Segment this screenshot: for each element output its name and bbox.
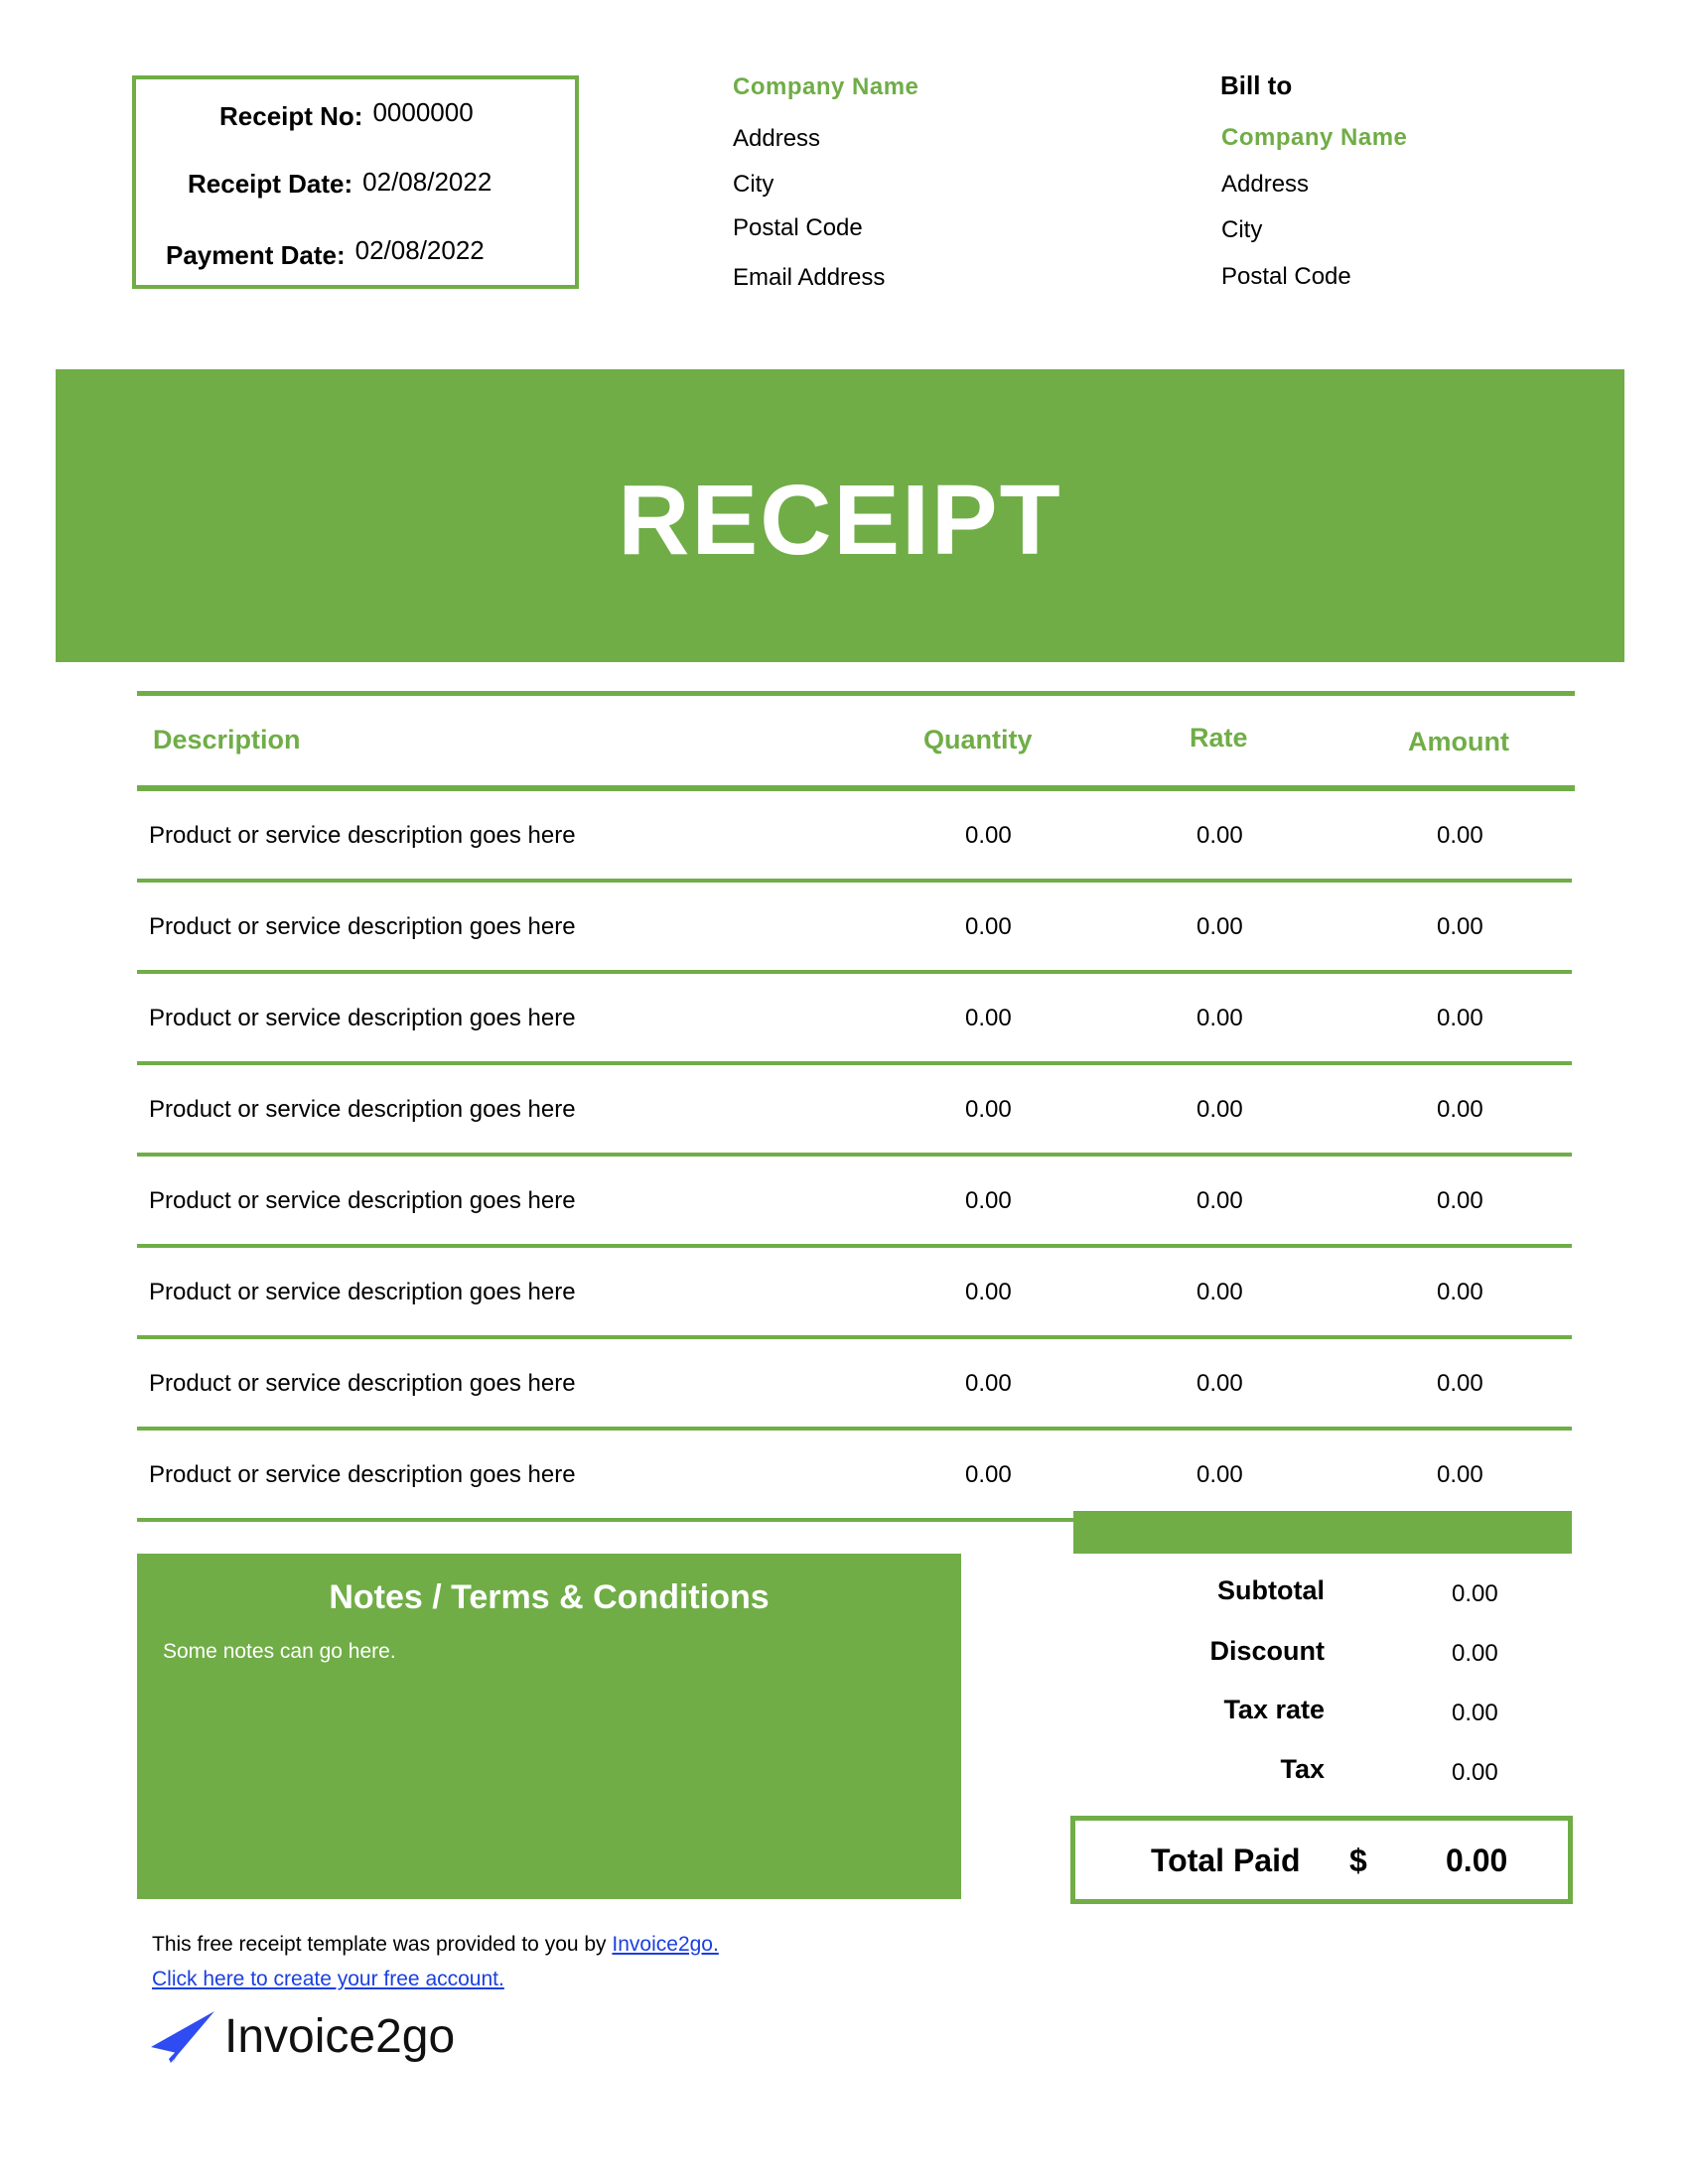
footer-credit-text: This free receipt template was provided … xyxy=(152,1933,613,1956)
row-rate[interactable]: 0.00 xyxy=(1196,1370,1243,1398)
row-rate[interactable]: 0.00 xyxy=(1196,1279,1243,1306)
bill-to-postal-code[interactable]: Postal Code xyxy=(1221,263,1351,291)
table-top-border xyxy=(137,691,1575,696)
row-rate[interactable]: 0.00 xyxy=(1196,1005,1243,1032)
row-description[interactable]: Product or service description goes here xyxy=(149,1096,576,1124)
receipt-info-box: Receipt No: 0000000 Receipt Date: 02/08/20… xyxy=(132,75,579,289)
paper-plane-icon xyxy=(149,2007,216,2065)
discount-value[interactable]: 0.00 xyxy=(1452,1640,1498,1668)
receipt-no-value[interactable]: 0000000 xyxy=(372,97,473,128)
notes-panel: Notes / Terms & Conditions Some notes ca… xyxy=(137,1554,961,1899)
bill-to-heading: Bill to xyxy=(1220,70,1293,100)
row-quantity[interactable]: 0.00 xyxy=(965,1096,1012,1124)
row-divider xyxy=(137,1153,1572,1157)
from-postal-code[interactable]: Postal Code xyxy=(733,214,863,242)
tax-rate-value[interactable]: 0.00 xyxy=(1452,1700,1498,1727)
notes-title: Notes / Terms & Conditions xyxy=(329,1578,770,1616)
row-amount[interactable]: 0.00 xyxy=(1437,1005,1483,1032)
row-description[interactable]: Product or service description goes here xyxy=(149,1187,576,1215)
row-quantity[interactable]: 0.00 xyxy=(965,913,1012,941)
bill-to-company-name[interactable]: Company Name xyxy=(1221,124,1407,152)
subtotal-label: Subtotal xyxy=(1217,1575,1325,1605)
row-rate[interactable]: 0.00 xyxy=(1196,913,1243,941)
receipt-title: RECEIPT xyxy=(618,465,1062,576)
create-account-link[interactable]: Click here to create your free account. xyxy=(152,1968,504,1990)
bill-to-address[interactable]: Address xyxy=(1221,171,1309,199)
row-description[interactable]: Product or service description goes here xyxy=(149,1005,576,1032)
invoice2go-logo[interactable]: Invoice2go xyxy=(149,2007,455,2065)
row-description[interactable]: Product or service description goes here xyxy=(149,1279,576,1306)
row-amount[interactable]: 0.00 xyxy=(1437,1096,1483,1124)
row-rate[interactable]: 0.00 xyxy=(1196,1096,1243,1124)
from-email[interactable]: Email Address xyxy=(733,264,885,292)
payment-date-row: Payment Date: 02/08/2022 xyxy=(166,235,485,271)
total-paid-box: Total Paid $ 0.00 xyxy=(1070,1816,1573,1904)
receipt-date-row: Receipt Date: 02/08/2022 xyxy=(188,167,492,200)
row-description[interactable]: Product or service description goes here xyxy=(149,1370,576,1398)
header-description: Description xyxy=(153,725,301,754)
currency-symbol: $ xyxy=(1349,1843,1367,1878)
totals-header-bar xyxy=(1073,1511,1572,1554)
row-quantity[interactable]: 0.00 xyxy=(965,1005,1012,1032)
row-description[interactable]: Product or service description goes here xyxy=(149,1461,576,1489)
header-amount: Amount xyxy=(1408,727,1509,756)
from-city[interactable]: City xyxy=(733,171,774,199)
row-divider xyxy=(137,1244,1572,1248)
from-address[interactable]: Address xyxy=(733,125,820,153)
total-paid-label: Total Paid xyxy=(1151,1843,1301,1878)
row-quantity[interactable]: 0.00 xyxy=(965,822,1012,850)
tax-rate-label: Tax rate xyxy=(1223,1695,1325,1724)
row-amount[interactable]: 0.00 xyxy=(1437,1370,1483,1398)
table-header-border xyxy=(137,785,1575,791)
row-quantity[interactable]: 0.00 xyxy=(965,1279,1012,1306)
subtotal-value: 0.00 xyxy=(1452,1580,1498,1607)
invoice2go-link[interactable]: Invoice2go. xyxy=(612,1933,718,1956)
receipt-no-row: Receipt No: 0000000 xyxy=(219,97,474,132)
tax-value: 0.00 xyxy=(1452,1759,1498,1786)
row-description[interactable]: Product or service description goes here xyxy=(149,822,576,850)
header-rate: Rate xyxy=(1190,723,1248,752)
footer-signup: Click here to create your free account. xyxy=(152,1968,504,1991)
bill-to-city[interactable]: City xyxy=(1221,216,1262,244)
notes-text[interactable]: Some notes can go here. xyxy=(163,1640,396,1664)
row-quantity[interactable]: 0.00 xyxy=(965,1187,1012,1215)
row-rate[interactable]: 0.00 xyxy=(1196,822,1243,850)
header-quantity: Quantity xyxy=(923,725,1033,754)
row-divider xyxy=(137,970,1572,974)
receipt-date-label: Receipt Date: xyxy=(188,169,353,199)
row-description[interactable]: Product or service description goes here xyxy=(149,913,576,941)
row-rate[interactable]: 0.00 xyxy=(1196,1461,1243,1489)
row-divider xyxy=(137,1061,1572,1065)
receipt-no-label: Receipt No: xyxy=(219,101,363,131)
total-paid-value: 0.00 xyxy=(1446,1843,1508,1878)
row-amount[interactable]: 0.00 xyxy=(1437,1461,1483,1489)
row-divider xyxy=(137,879,1572,883)
tax-label: Tax xyxy=(1280,1754,1325,1784)
row-amount[interactable]: 0.00 xyxy=(1437,913,1483,941)
receipt-banner: RECEIPT xyxy=(56,369,1624,662)
discount-label: Discount xyxy=(1209,1636,1325,1666)
row-amount[interactable]: 0.00 xyxy=(1437,822,1483,850)
row-amount[interactable]: 0.00 xyxy=(1437,1187,1483,1215)
row-quantity[interactable]: 0.00 xyxy=(965,1461,1012,1489)
logo-text: Invoice2go xyxy=(224,2009,456,2063)
row-amount[interactable]: 0.00 xyxy=(1437,1279,1483,1306)
footer-credit: This free receipt template was provided … xyxy=(152,1933,719,1957)
row-divider xyxy=(137,1427,1572,1431)
from-company-name[interactable]: Company Name xyxy=(733,73,918,101)
row-divider xyxy=(137,1335,1572,1339)
row-rate[interactable]: 0.00 xyxy=(1196,1187,1243,1215)
payment-date-value[interactable]: 02/08/2022 xyxy=(355,235,485,266)
receipt-date-value[interactable]: 02/08/2022 xyxy=(362,167,492,198)
payment-date-label: Payment Date: xyxy=(166,240,346,270)
row-quantity[interactable]: 0.00 xyxy=(965,1370,1012,1398)
